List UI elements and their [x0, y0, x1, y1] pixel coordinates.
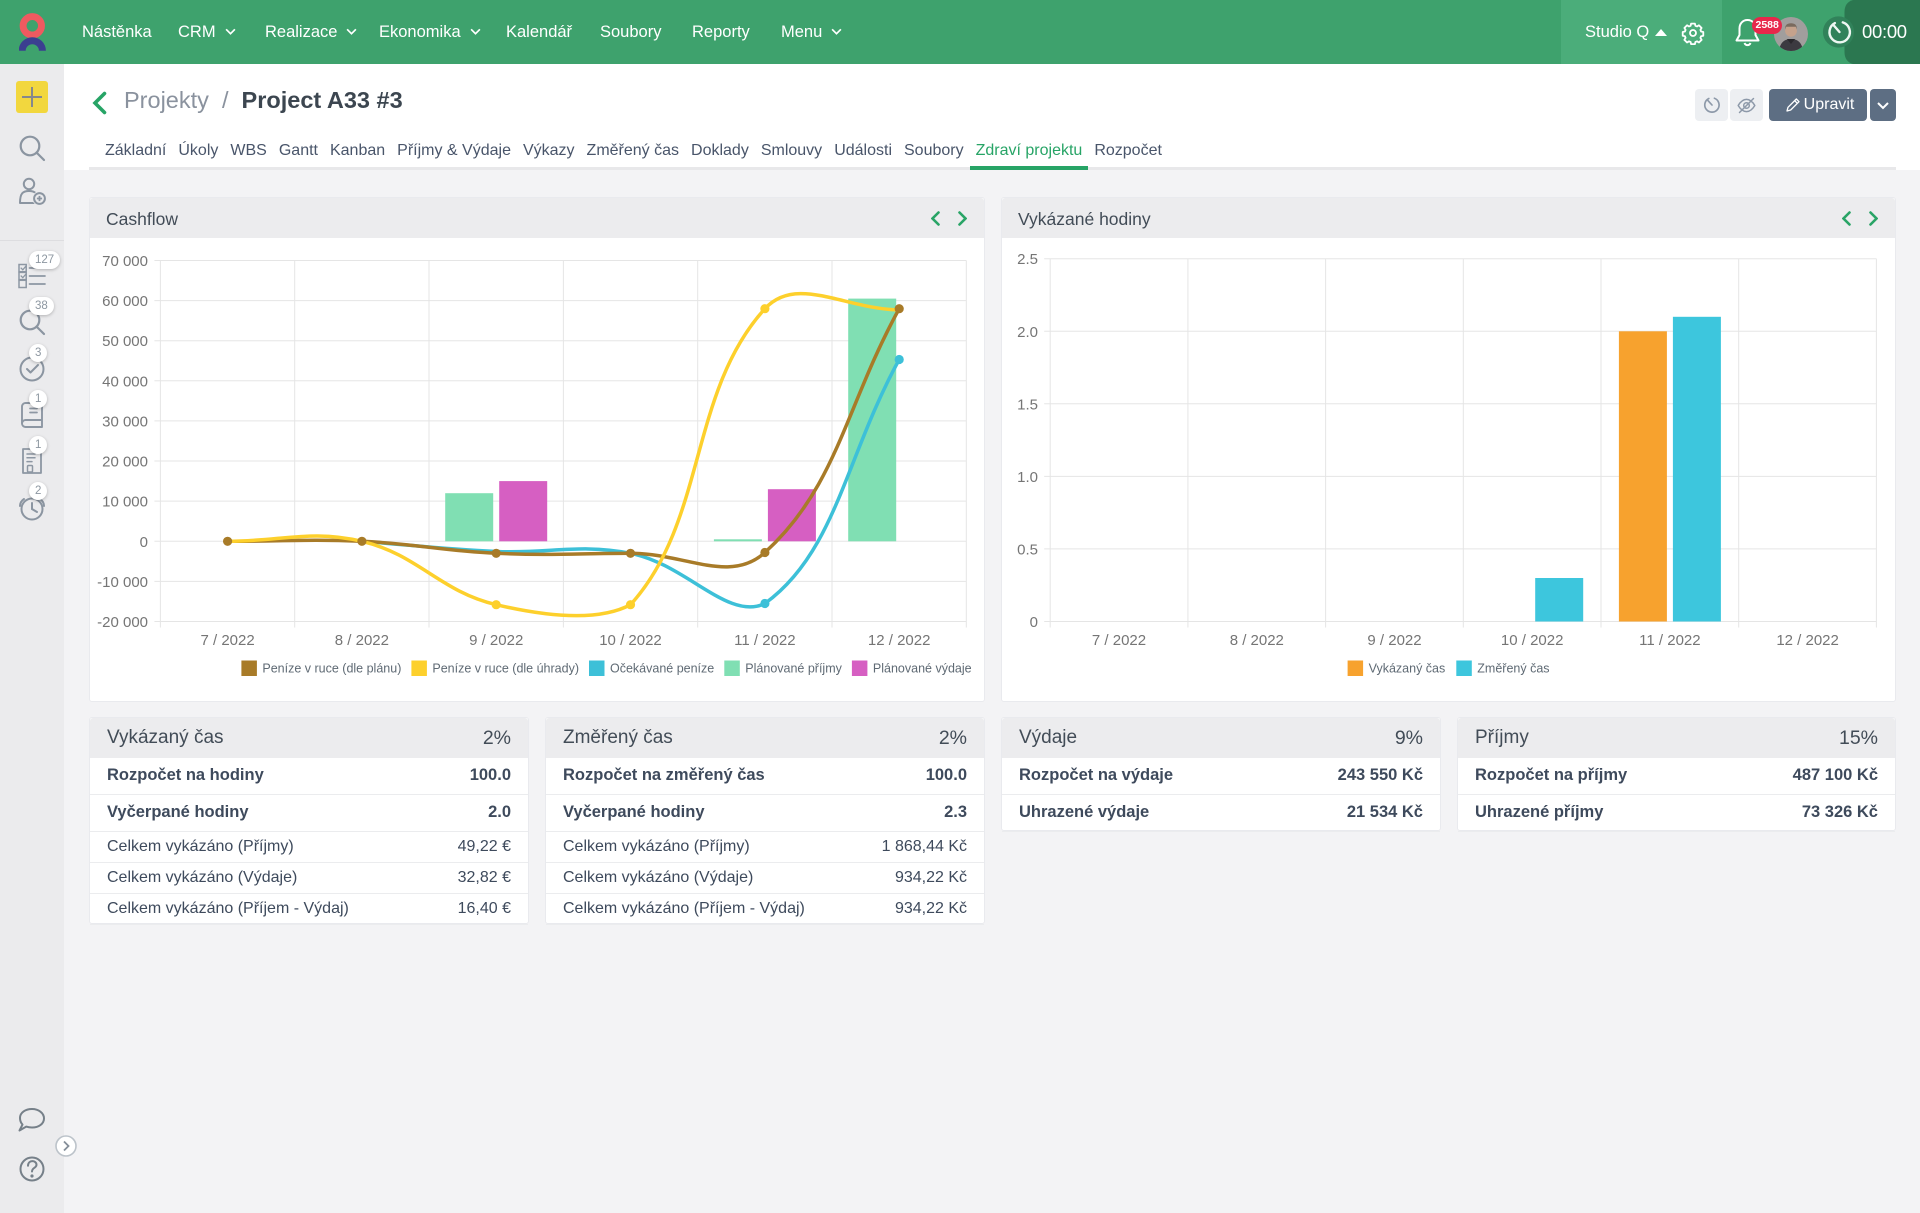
svg-text:Plánované příjmy: Plánované příjmy	[745, 662, 842, 676]
svg-text:20 000: 20 000	[102, 454, 148, 471]
svg-text:12 / 2022: 12 / 2022	[868, 632, 931, 649]
svg-text:Očekávané peníze: Očekávané peníze	[610, 662, 714, 676]
svg-text:2.5: 2.5	[1017, 251, 1038, 268]
svg-text:8 / 2022: 8 / 2022	[1230, 632, 1284, 649]
svg-text:60 000: 60 000	[102, 293, 148, 310]
svg-text:9 / 2022: 9 / 2022	[1367, 632, 1421, 649]
svg-text:12 / 2022: 12 / 2022	[1776, 632, 1839, 649]
svg-text:8 / 2022: 8 / 2022	[335, 632, 389, 649]
svg-text:0: 0	[140, 534, 148, 551]
svg-text:-20 000: -20 000	[97, 614, 148, 631]
svg-text:1.5: 1.5	[1017, 396, 1038, 413]
svg-text:10 000: 10 000	[102, 494, 148, 511]
svg-text:2.0: 2.0	[1017, 324, 1038, 341]
svg-text:70 000: 70 000	[102, 253, 148, 270]
svg-text:-10 000: -10 000	[97, 574, 148, 591]
svg-text:10 / 2022: 10 / 2022	[1501, 632, 1564, 649]
svg-text:7 / 2022: 7 / 2022	[200, 632, 254, 649]
svg-text:7 / 2022: 7 / 2022	[1092, 632, 1146, 649]
svg-text:Plánované výdaje: Plánované výdaje	[873, 662, 972, 676]
svg-text:11 / 2022: 11 / 2022	[1639, 632, 1700, 649]
svg-text:Peníze v ruce (dle úhrady): Peníze v ruce (dle úhrady)	[432, 662, 579, 676]
svg-text:0.5: 0.5	[1017, 541, 1038, 558]
svg-text:40 000: 40 000	[102, 373, 148, 390]
svg-text:Vykázaný čas: Vykázaný čas	[1369, 662, 1446, 676]
svg-text:1.0: 1.0	[1017, 469, 1038, 486]
svg-text:11 / 2022: 11 / 2022	[734, 632, 795, 649]
svg-text:30 000: 30 000	[102, 413, 148, 430]
svg-text:50 000: 50 000	[102, 333, 148, 350]
svg-text:Změřený čas: Změřený čas	[1477, 662, 1549, 676]
svg-text:Peníze v ruce (dle plánu): Peníze v ruce (dle plánu)	[262, 662, 401, 676]
svg-text:0: 0	[1030, 614, 1038, 631]
svg-text:10 / 2022: 10 / 2022	[599, 632, 662, 649]
svg-text:9 / 2022: 9 / 2022	[469, 632, 523, 649]
